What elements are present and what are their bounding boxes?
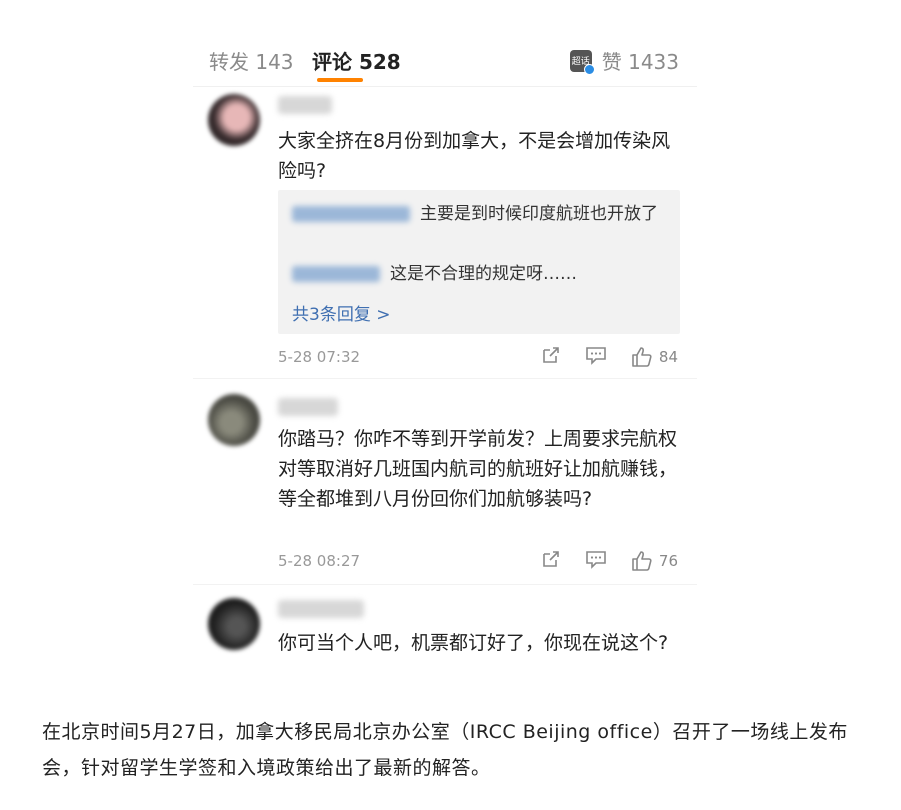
thumbs-up-icon <box>632 551 652 571</box>
like-count: 76 <box>658 552 678 570</box>
tab-likes[interactable]: 超话 赞 1433 <box>569 46 679 75</box>
comment-time: 5-28 08:27 <box>278 552 361 570</box>
comment-icon[interactable] <box>585 549 607 573</box>
reply-username[interactable] <box>292 206 410 222</box>
divider <box>193 584 697 585</box>
like-count: 84 <box>658 348 678 366</box>
comment-icon[interactable] <box>585 345 607 369</box>
comment-text: 你踏马？你咋不等到开学前发？上周要求完航权对等取消好几班国内航司的航班好让加航赚… <box>278 428 678 510</box>
username[interactable] <box>278 96 332 114</box>
active-tab-indicator <box>317 78 363 82</box>
reply-username[interactable] <box>292 266 380 282</box>
tab-repost[interactable]: 转发 143 <box>209 46 294 75</box>
avatar[interactable] <box>208 598 260 650</box>
like-button[interactable]: 76 <box>631 550 678 572</box>
reply-item[interactable]: 主要是到时候印度航班也开放了 <box>292 200 672 228</box>
article-caption: 在北京时间5月27日，加拿大移民局北京办公室（IRCC Beijing offi… <box>42 721 848 779</box>
like-button[interactable]: 84 <box>631 346 678 368</box>
comment-text: 大家全挤在8月份到加拿大，不是会增加传染风险吗? <box>278 130 671 182</box>
share-icon[interactable] <box>541 549 561 573</box>
reply-text: 这是不合理的规定呀…… <box>390 264 577 284</box>
tab-likes-label: 赞 1433 <box>601 50 679 74</box>
reply-box[interactable]: 主要是到时候印度航班也开放了 这是不合理的规定呀…… 共3条回复 > <box>278 190 680 334</box>
weibo-comment-screenshot: 转发 143 评论 528 超话 赞 1433 大家全挤在8月份到加拿大，不是会… <box>193 22 697 694</box>
comment-meta: 5-28 07:32 84 <box>278 345 678 370</box>
comment-meta: 5-28 08:27 76 <box>278 549 678 574</box>
avatar[interactable] <box>208 394 260 446</box>
username[interactable] <box>278 600 364 618</box>
divider <box>193 378 697 379</box>
verified-icon <box>583 63 595 75</box>
avatar[interactable] <box>208 94 260 146</box>
comment-tabs: 转发 143 评论 528 超话 赞 1433 <box>193 22 697 87</box>
liker-avatar: 超话 <box>569 49 595 75</box>
username[interactable] <box>278 398 338 416</box>
comment-time: 5-28 07:32 <box>278 348 361 366</box>
share-icon[interactable] <box>541 345 561 369</box>
thumbs-up-icon <box>632 347 652 367</box>
more-replies-link[interactable]: 共3条回复 > <box>292 300 390 325</box>
reply-text: 主要是到时候印度航班也开放了 <box>420 204 658 224</box>
tab-comments[interactable]: 评论 528 <box>312 46 401 75</box>
comment-text: 你可当个人吧，机票都订好了，你现在说这个? <box>278 632 669 654</box>
reply-item[interactable]: 这是不合理的规定呀…… <box>292 260 672 288</box>
